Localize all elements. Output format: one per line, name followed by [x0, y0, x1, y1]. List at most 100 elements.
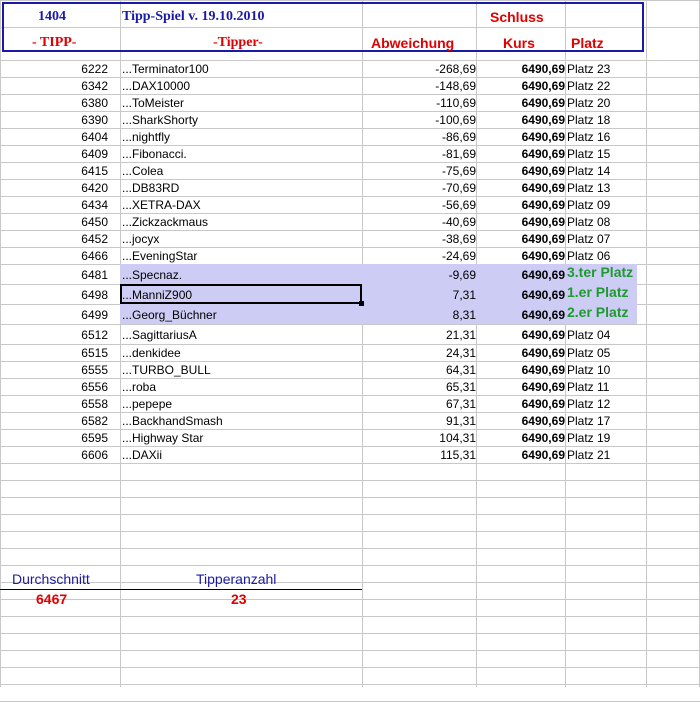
abweichung-cell[interactable]: 8,31: [362, 307, 476, 324]
abweichung-cell[interactable]: 65,31: [362, 379, 476, 396]
tipp-cell[interactable]: 6606: [0, 447, 108, 464]
platz-cell[interactable]: Platz 17: [567, 413, 610, 430]
kurs-cell[interactable]: 6490,69: [476, 430, 565, 447]
kurs-cell[interactable]: 6490,69: [476, 231, 565, 248]
kurs-cell[interactable]: 6490,69: [476, 112, 565, 129]
tipper-name-cell[interactable]: ...DAX10000: [122, 78, 190, 95]
abweichung-cell[interactable]: 115,31: [362, 447, 476, 464]
kurs-cell[interactable]: 6490,69: [476, 345, 565, 362]
tipp-cell[interactable]: 6415: [0, 163, 108, 180]
tipper-name-cell[interactable]: ...pepepe: [122, 396, 172, 413]
platz-cell[interactable]: 2.er Platz: [567, 304, 628, 321]
abweichung-cell[interactable]: -38,69: [362, 231, 476, 248]
kurs-cell[interactable]: 6490,69: [476, 163, 565, 180]
platz-cell[interactable]: Platz 14: [567, 163, 610, 180]
abweichung-cell[interactable]: -110,69: [362, 95, 476, 112]
tipp-cell[interactable]: 6555: [0, 362, 108, 379]
abweichung-cell[interactable]: -40,69: [362, 214, 476, 231]
kurs-cell[interactable]: 6490,69: [476, 362, 565, 379]
tipper-name-cell[interactable]: ...roba: [122, 379, 156, 396]
tipp-cell[interactable]: 6481: [0, 267, 108, 284]
tipp-cell[interactable]: 6420: [0, 180, 108, 197]
tipper-name-cell[interactable]: ...Georg_Büchner: [122, 307, 217, 324]
tipp-cell[interactable]: 6342: [0, 78, 108, 95]
kurs-cell[interactable]: 6490,69: [476, 180, 565, 197]
platz-cell[interactable]: Platz 16: [567, 129, 610, 146]
tipp-cell[interactable]: 6380: [0, 95, 108, 112]
tipp-cell[interactable]: 6452: [0, 231, 108, 248]
tipper-name-cell[interactable]: ...EveningStar: [122, 248, 197, 265]
abweichung-cell[interactable]: 91,31: [362, 413, 476, 430]
platz-cell[interactable]: Platz 13: [567, 180, 610, 197]
platz-cell[interactable]: Platz 07: [567, 231, 610, 248]
kurs-cell[interactable]: 6490,69: [476, 327, 565, 344]
tipp-cell[interactable]: 6222: [0, 61, 108, 78]
tipper-name-cell[interactable]: ...XETRA-DAX: [122, 197, 201, 214]
kurs-cell[interactable]: 6490,69: [476, 413, 565, 430]
abweichung-cell[interactable]: -24,69: [362, 248, 476, 265]
abweichung-cell[interactable]: -268,69: [362, 61, 476, 78]
tipper-name-cell[interactable]: ...Colea: [122, 163, 163, 180]
tipper-name-cell[interactable]: ...nightfly: [122, 129, 170, 146]
kurs-cell[interactable]: 6490,69: [476, 95, 565, 112]
tipper-name-cell[interactable]: ...Zickzackmaus: [122, 214, 208, 231]
platz-cell[interactable]: Platz 05: [567, 345, 610, 362]
kurs-cell[interactable]: 6490,69: [476, 379, 565, 396]
tipp-cell[interactable]: 6582: [0, 413, 108, 430]
tipp-cell[interactable]: 6556: [0, 379, 108, 396]
platz-cell[interactable]: 1.er Platz: [567, 284, 628, 301]
platz-cell[interactable]: Platz 11: [567, 379, 609, 396]
platz-cell[interactable]: Platz 10: [567, 362, 610, 379]
abweichung-cell[interactable]: -9,69: [362, 267, 476, 284]
abweichung-cell[interactable]: 7,31: [362, 287, 476, 304]
tipper-name-cell[interactable]: ...jocyx: [122, 231, 159, 248]
tipp-cell[interactable]: 6498: [0, 287, 108, 304]
platz-cell[interactable]: Platz 08: [567, 214, 610, 231]
tipp-cell[interactable]: 6450: [0, 214, 108, 231]
tipp-cell[interactable]: 6434: [0, 197, 108, 214]
tipper-name-cell[interactable]: ...TURBO_BULL: [122, 362, 211, 379]
kurs-cell[interactable]: 6490,69: [476, 267, 565, 284]
kurs-cell[interactable]: 6490,69: [476, 78, 565, 95]
tipper-name-cell[interactable]: ...Highway Star: [122, 430, 203, 447]
tipper-name-cell[interactable]: ...SharkShorty: [122, 112, 198, 129]
platz-cell[interactable]: Platz 09: [567, 197, 610, 214]
kurs-cell[interactable]: 6490,69: [476, 248, 565, 265]
tipper-name-cell[interactable]: ...Terminator100: [122, 61, 209, 78]
platz-cell[interactable]: Platz 06: [567, 248, 610, 265]
tipp-cell[interactable]: 6595: [0, 430, 108, 447]
tipper-name-cell[interactable]: ...DB83RD: [122, 180, 179, 197]
tipper-name-cell[interactable]: ...SagittariusA: [122, 327, 197, 344]
platz-cell[interactable]: Platz 19: [567, 430, 610, 447]
kurs-cell[interactable]: 6490,69: [476, 396, 565, 413]
platz-cell[interactable]: Platz 21: [567, 447, 610, 464]
kurs-cell[interactable]: 6490,69: [476, 214, 565, 231]
platz-cell[interactable]: Platz 20: [567, 95, 610, 112]
tipper-name-cell[interactable]: ...ToMeister: [122, 95, 184, 112]
platz-cell[interactable]: Platz 23: [567, 61, 610, 78]
kurs-cell[interactable]: 6490,69: [476, 307, 565, 324]
abweichung-cell[interactable]: 21,31: [362, 327, 476, 344]
platz-cell[interactable]: Platz 18: [567, 112, 610, 129]
abweichung-cell[interactable]: 24,31: [362, 345, 476, 362]
platz-cell[interactable]: Platz 15: [567, 146, 610, 163]
abweichung-cell[interactable]: -75,69: [362, 163, 476, 180]
abweichung-cell[interactable]: 64,31: [362, 362, 476, 379]
kurs-cell[interactable]: 6490,69: [476, 287, 565, 304]
abweichung-cell[interactable]: -81,69: [362, 146, 476, 163]
abweichung-cell[interactable]: -100,69: [362, 112, 476, 129]
kurs-cell[interactable]: 6490,69: [476, 447, 565, 464]
platz-cell[interactable]: Platz 22: [567, 78, 610, 95]
abweichung-cell[interactable]: -148,69: [362, 78, 476, 95]
kurs-cell[interactable]: 6490,69: [476, 129, 565, 146]
tipper-name-cell[interactable]: ...DAXii: [122, 447, 162, 464]
tipp-cell[interactable]: 6409: [0, 146, 108, 163]
kurs-cell[interactable]: 6490,69: [476, 61, 565, 78]
kurs-cell[interactable]: 6490,69: [476, 146, 565, 163]
tipp-cell[interactable]: 6499: [0, 307, 108, 324]
platz-cell[interactable]: Platz 04: [567, 327, 610, 344]
tipp-cell[interactable]: 6390: [0, 112, 108, 129]
tipper-name-cell[interactable]: ...Specnaz.: [122, 267, 182, 284]
kurs-cell[interactable]: 6490,69: [476, 197, 565, 214]
abweichung-cell[interactable]: 67,31: [362, 396, 476, 413]
